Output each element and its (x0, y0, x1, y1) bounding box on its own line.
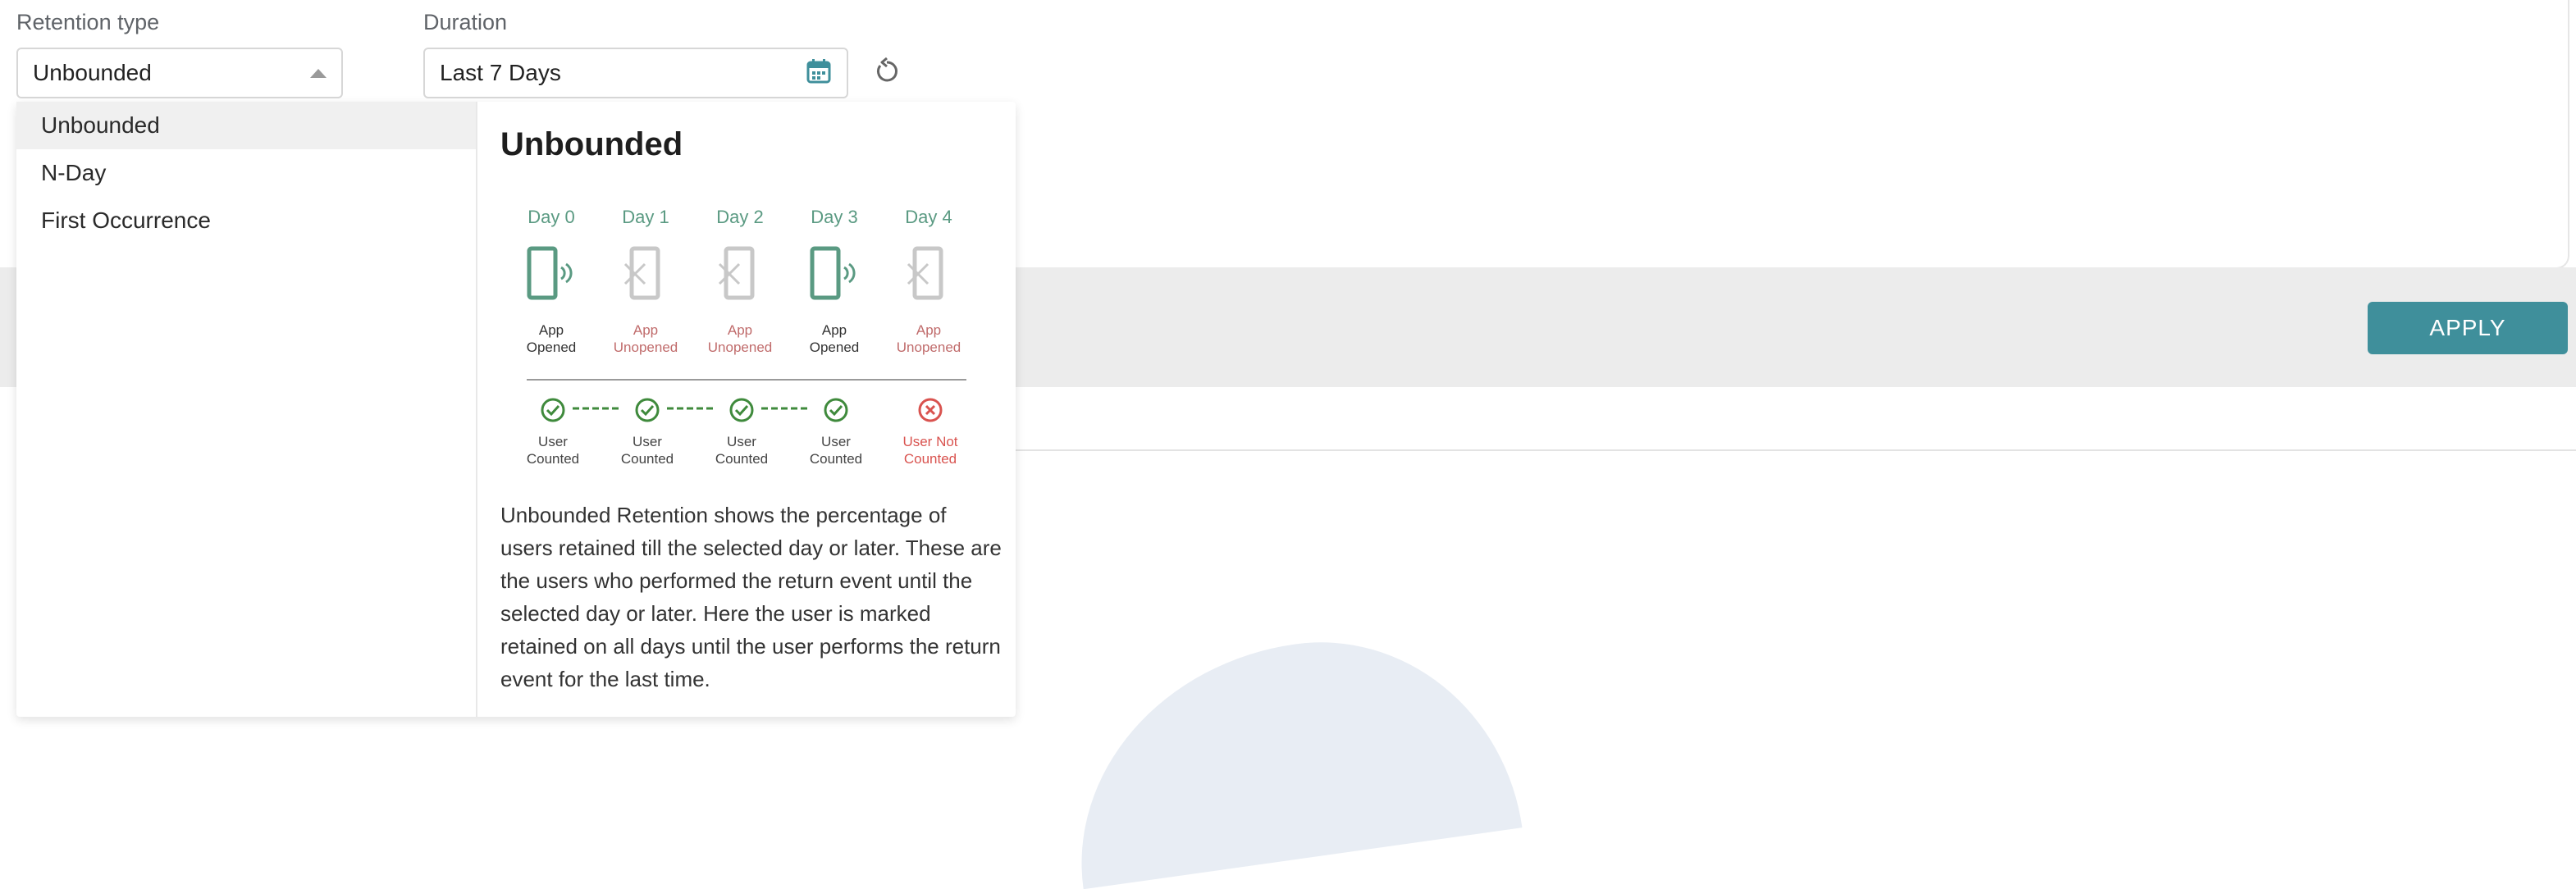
duration-label: Duration (423, 10, 508, 34)
event-label: App Unopened (707, 322, 773, 355)
preview-description: Unbounded Retention shows the percentage… (500, 503, 1002, 691)
calendar-icon[interactable] (806, 58, 832, 89)
event-label: App Unopened (896, 322, 961, 355)
option-preview: Unbounded Day 0 Day 1 Day 2 Day 3 Day 4 (500, 102, 1016, 717)
counted-label: User Counted (620, 434, 674, 467)
day-label: Day 2 (716, 207, 764, 227)
cross-circle-icon (917, 397, 943, 427)
preview-title: Unbounded (500, 126, 683, 162)
counted-label: User Counted (809, 434, 863, 467)
duration-value: Last 7 Days (440, 60, 561, 85)
phone-unopened-icon (904, 246, 957, 304)
option-unbounded[interactable]: Unbounded (16, 102, 476, 149)
caret-up-icon (310, 68, 327, 78)
counted-label: User Counted (715, 434, 769, 467)
apply-button[interactable]: APPLY (2368, 302, 2568, 354)
check-circle-icon (728, 397, 755, 427)
check-circle-icon (634, 397, 660, 427)
option-n-day[interactable]: N-Day (16, 149, 476, 197)
phone-unopened-icon (621, 246, 674, 304)
dropdown-options: Unbounded N-Day First Occurrence (16, 102, 477, 717)
check-circle-icon (540, 397, 566, 427)
day-label: Day 0 (528, 207, 575, 227)
day-label: Day 1 (622, 207, 669, 227)
retention-type-value: Unbounded (33, 60, 152, 85)
timeline-divider (527, 379, 966, 381)
event-label: App Opened (526, 322, 577, 355)
day-label: Day 3 (811, 207, 858, 227)
check-circle-icon (823, 397, 849, 427)
event-label: App Unopened (613, 322, 678, 355)
phone-opened-icon (527, 246, 579, 304)
phone-opened-icon (810, 246, 862, 304)
retention-type-label: Retention type (16, 10, 160, 34)
event-label: App Opened (809, 322, 860, 355)
retention-type-dropdown: Unbounded N-Day First Occurrence Unbound… (16, 102, 1016, 717)
reset-icon[interactable] (868, 52, 906, 90)
option-first-occurrence[interactable]: First Occurrence (16, 197, 476, 244)
duration-picker[interactable]: Last 7 Days (423, 48, 848, 98)
counted-label: User Counted (526, 434, 580, 467)
not-counted-label: User Not Counted (902, 434, 958, 467)
phone-unopened-icon (715, 246, 768, 304)
retention-type-select[interactable]: Unbounded (16, 48, 343, 98)
day-label: Day 4 (905, 207, 952, 227)
